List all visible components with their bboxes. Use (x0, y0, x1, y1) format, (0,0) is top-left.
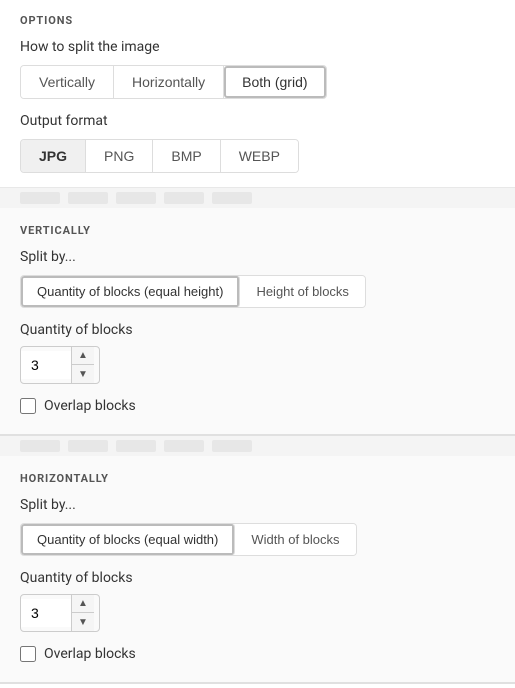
split-method-group: Vertically Horizontally Both (grid) (20, 65, 327, 99)
vertically-quantity-button[interactable]: Quantity of blocks (equal height) (21, 276, 240, 307)
options-section: OPTIONS How to split the image Verticall… (0, 0, 515, 188)
vertically-height-button[interactable]: Height of blocks (240, 276, 365, 307)
options-title: OPTIONS (20, 14, 495, 27)
vertically-quantity-row: Quantity of blocks ▲ ▼ (20, 322, 495, 384)
horizontally-overlap-checkbox[interactable] (20, 646, 36, 662)
horizontally-increment-button[interactable]: ▲ (72, 595, 94, 613)
split-horizontally-button[interactable]: Horizontally (114, 66, 224, 98)
horizontally-quantity-input[interactable] (21, 599, 71, 627)
horizontally-split-by-label: Split by... (20, 497, 495, 513)
horizontally-width-button[interactable]: Width of blocks (235, 524, 355, 555)
horizontally-overlap-label: Overlap blocks (44, 646, 136, 662)
horizontally-overlap-row: Overlap blocks (20, 646, 495, 662)
vertically-quantity-input[interactable] (21, 351, 71, 379)
vertically-title: VERTICALLY (20, 224, 495, 237)
split-vertically-button[interactable]: Vertically (21, 66, 114, 98)
vertically-quantity-spinner: ▲ ▼ (20, 346, 100, 384)
split-image-label: How to split the image (20, 39, 495, 55)
format-png-button[interactable]: PNG (86, 140, 153, 172)
vertically-spinner-buttons: ▲ ▼ (71, 347, 94, 383)
vertically-split-by-group: Quantity of blocks (equal height) Height… (20, 275, 366, 308)
vertically-overlap-checkbox[interactable] (20, 398, 36, 414)
format-webp-button[interactable]: WEBP (221, 140, 298, 172)
split-both-button[interactable]: Both (grid) (224, 66, 325, 98)
format-bmp-button[interactable]: BMP (153, 140, 220, 172)
horizontally-spinner-buttons: ▲ ▼ (71, 595, 94, 631)
horizontally-decrement-button[interactable]: ▼ (72, 613, 94, 631)
horizontally-quantity-row: Quantity of blocks ▲ ▼ (20, 570, 495, 632)
format-jpg-button[interactable]: JPG (21, 140, 86, 172)
vertically-overlap-label: Overlap blocks (44, 398, 136, 414)
vertically-decrement-button[interactable]: ▼ (72, 365, 94, 383)
horizontally-quantity-button[interactable]: Quantity of blocks (equal width) (21, 524, 235, 555)
vertically-increment-button[interactable]: ▲ (72, 347, 94, 365)
horizontally-section: HORIZONTALLY Split by... Quantity of blo… (0, 456, 515, 684)
vertically-split-by-label: Split by... (20, 249, 495, 265)
output-format-group: JPG PNG BMP WEBP (20, 139, 299, 173)
output-format-label: Output format (20, 113, 495, 129)
vertically-quantity-label: Quantity of blocks (20, 322, 495, 338)
horizontally-quantity-label: Quantity of blocks (20, 570, 495, 586)
horizontally-quantity-spinner: ▲ ▼ (20, 594, 100, 632)
vertically-section: VERTICALLY Split by... Quantity of block… (0, 208, 515, 436)
horizontally-title: HORIZONTALLY (20, 472, 495, 485)
vertically-overlap-row: Overlap blocks (20, 398, 495, 414)
horizontally-split-by-group: Quantity of blocks (equal width) Width o… (20, 523, 357, 556)
